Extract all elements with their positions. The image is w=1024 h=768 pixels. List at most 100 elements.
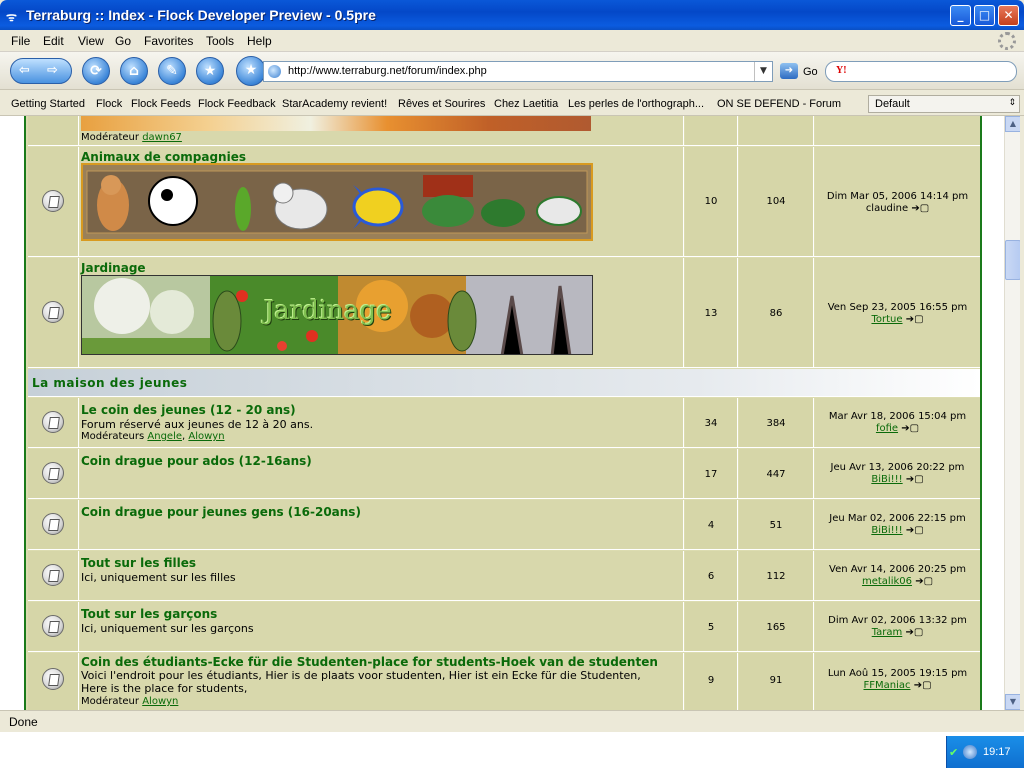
last-post-user[interactable]: BiBi!!! bbox=[871, 525, 902, 536]
table-row: Coin drague pour ados (12-16ans) 17 447 … bbox=[28, 449, 980, 499]
menu-tools[interactable]: Tools bbox=[206, 34, 234, 48]
goto-post-icon[interactable]: ➔▢ bbox=[906, 474, 924, 485]
forum-folder-icon bbox=[42, 301, 64, 323]
posts-count: 91 bbox=[769, 675, 783, 686]
status-bar: Done bbox=[0, 710, 1024, 732]
table-row: Coin drague pour jeunes gens (16-20ans) … bbox=[28, 500, 980, 550]
moderator-link[interactable]: Alowyn bbox=[142, 696, 178, 707]
maximize-button[interactable]: □ bbox=[974, 5, 995, 26]
moderator-link[interactable]: dawn67 bbox=[142, 132, 182, 143]
goto-post-icon[interactable]: ➔▢ bbox=[906, 314, 924, 325]
search-input[interactable]: Y! bbox=[825, 61, 1017, 82]
moderator-line: Modérateur dawn67 bbox=[81, 132, 182, 143]
moderator-link[interactable]: Alowyn bbox=[188, 431, 224, 442]
goto-post-icon[interactable]: ➔▢ bbox=[906, 525, 924, 536]
forum-title-link[interactable]: Le coin des jeunes (12 - 20 ans) bbox=[81, 403, 296, 417]
forum-description: Voici l'endroit pour les étudiants, Hier… bbox=[81, 669, 641, 682]
animals-banner-image bbox=[81, 163, 593, 241]
back-forward-group: ⇦ ⇨ bbox=[10, 58, 72, 84]
reload-button[interactable]: ⟳ bbox=[82, 57, 110, 85]
topics-count: 5 bbox=[707, 622, 715, 633]
last-post-user: claudine bbox=[865, 203, 909, 214]
goto-post-icon[interactable]: ➔▢ bbox=[905, 627, 923, 638]
posts-count: 165 bbox=[766, 622, 786, 633]
menu-help[interactable]: Help bbox=[247, 34, 272, 48]
tray-check-icon[interactable]: ✔ bbox=[949, 746, 961, 759]
forum-title-link[interactable]: Coin drague pour jeunes gens (16-20ans) bbox=[81, 505, 361, 519]
forum-folder-icon bbox=[42, 564, 64, 586]
bookmark-item[interactable]: Chez Laetitia bbox=[494, 98, 558, 110]
forum-folder-icon bbox=[42, 462, 64, 484]
bookmark-item[interactable]: Flock Feedback bbox=[198, 98, 276, 110]
forum-title-link[interactable]: Coin des étudiants-Ecke für die Studente… bbox=[81, 655, 658, 669]
posts-count: 447 bbox=[766, 469, 786, 480]
menu-edit[interactable]: Edit bbox=[43, 34, 64, 48]
scroll-down-icon[interactable]: ▼ bbox=[1005, 694, 1021, 710]
forum-folder-icon bbox=[42, 411, 64, 433]
forum-title-link[interactable]: Tout sur les garçons bbox=[81, 607, 217, 621]
title-bar: ᯤ Terraburg :: Index - Flock Developer P… bbox=[0, 0, 1024, 30]
url-dropdown-arrow[interactable]: ▼ bbox=[754, 62, 772, 81]
bookmark-item[interactable]: Getting Started bbox=[11, 98, 85, 110]
forum-description: Ici, uniquement sur les garçons bbox=[81, 622, 254, 635]
scroll-up-icon[interactable]: ▲ bbox=[1005, 116, 1021, 132]
system-tray: ✔ 19:17 bbox=[946, 736, 1024, 768]
goto-post-icon[interactable]: ➔▢ bbox=[914, 680, 932, 691]
url-field[interactable]: http://www.terraburg.net/forum/index.php… bbox=[263, 61, 773, 82]
home-button[interactable]: ⌂ bbox=[120, 57, 148, 85]
goto-post-icon[interactable]: ➔▢ bbox=[901, 423, 919, 434]
forum-description: Forum réservé aux jeunes de 12 à 20 ans. bbox=[81, 418, 314, 431]
last-post-user[interactable]: Tortue bbox=[871, 314, 902, 325]
forward-arrow-icon[interactable]: ⇨ bbox=[47, 63, 58, 78]
forum-title-link[interactable]: Animaux de compagnies bbox=[81, 150, 246, 164]
posts-count: 86 bbox=[769, 308, 783, 319]
menu-file[interactable]: File bbox=[11, 34, 30, 48]
bookmark-item[interactable]: Rêves et Sourires bbox=[398, 98, 485, 110]
forum-description: Ici, uniquement sur les filles bbox=[81, 571, 236, 584]
last-post-user[interactable]: FFManiac bbox=[863, 680, 910, 691]
goto-post-icon[interactable]: ➔▢ bbox=[911, 203, 929, 214]
moderator-link[interactable]: Angele bbox=[147, 431, 182, 442]
go-arrow-icon[interactable]: ➜ bbox=[780, 63, 798, 79]
posts-count: 112 bbox=[766, 571, 786, 582]
scroll-thumb[interactable] bbox=[1005, 240, 1021, 280]
tray-network-icon[interactable] bbox=[963, 745, 977, 759]
minimize-button[interactable]: _ bbox=[950, 5, 971, 26]
bookmark-item[interactable]: ON SE DEFEND - Forum bbox=[717, 98, 841, 110]
bookmarks-bar: Getting Started Flock Flock Feeds Flock … bbox=[0, 92, 1024, 116]
blog-button[interactable]: ✎ bbox=[158, 57, 186, 85]
last-post-date: Dim Avr 02, 2006 13:32 pm bbox=[828, 615, 967, 626]
moderator-line: Modérateur Alowyn bbox=[81, 696, 179, 707]
star-button[interactable]: ★ bbox=[196, 57, 224, 85]
goto-post-icon[interactable]: ➔▢ bbox=[915, 576, 933, 587]
menu-go[interactable]: Go bbox=[115, 34, 131, 48]
forum-folder-icon bbox=[42, 513, 64, 535]
menu-favorites[interactable]: Favorites bbox=[144, 34, 193, 48]
url-text[interactable]: http://www.terraburg.net/forum/index.php bbox=[288, 65, 487, 77]
banner-image bbox=[81, 116, 591, 131]
go-label[interactable]: Go bbox=[803, 66, 818, 78]
last-post-user[interactable]: Taram bbox=[872, 627, 903, 638]
back-arrow-icon[interactable]: ⇦ bbox=[19, 63, 30, 78]
category-title[interactable]: La maison des jeunes bbox=[32, 376, 187, 390]
menu-view[interactable]: View bbox=[78, 34, 104, 48]
forum-folder-icon bbox=[42, 190, 64, 212]
bookmark-item[interactable]: Flock Feeds bbox=[131, 98, 191, 110]
yahoo-search-icon[interactable]: Y! bbox=[836, 65, 847, 76]
last-post-user[interactable]: BiBi!!! bbox=[871, 474, 902, 485]
forum-title-link[interactable]: Coin drague pour ados (12-16ans) bbox=[81, 454, 312, 468]
bookmark-collection-select[interactable]: Default ⇕ bbox=[868, 95, 1020, 113]
favorite-star-icon[interactable]: ★ bbox=[236, 56, 266, 86]
table-row: Modérateur dawn67 bbox=[28, 116, 980, 146]
vertical-scrollbar[interactable]: ▲ ▼ bbox=[1004, 116, 1021, 710]
close-button[interactable]: ✕ bbox=[998, 5, 1019, 26]
last-post-user[interactable]: metalik06 bbox=[862, 576, 912, 587]
forum-title-link[interactable]: Tout sur les filles bbox=[81, 556, 196, 570]
bookmark-item[interactable]: Flock bbox=[96, 98, 122, 110]
bookmark-item[interactable]: StarAcademy revient! bbox=[282, 98, 387, 110]
last-post-user[interactable]: fofie bbox=[876, 423, 898, 434]
table-row: Animaux de compagnies 10 104 Dim Mar 05,… bbox=[28, 147, 980, 257]
category-header: La maison des jeunes bbox=[28, 369, 980, 397]
forum-title-link[interactable]: Jardinage bbox=[81, 261, 146, 275]
bookmark-item[interactable]: Les perles de l'orthograph... bbox=[568, 98, 704, 110]
